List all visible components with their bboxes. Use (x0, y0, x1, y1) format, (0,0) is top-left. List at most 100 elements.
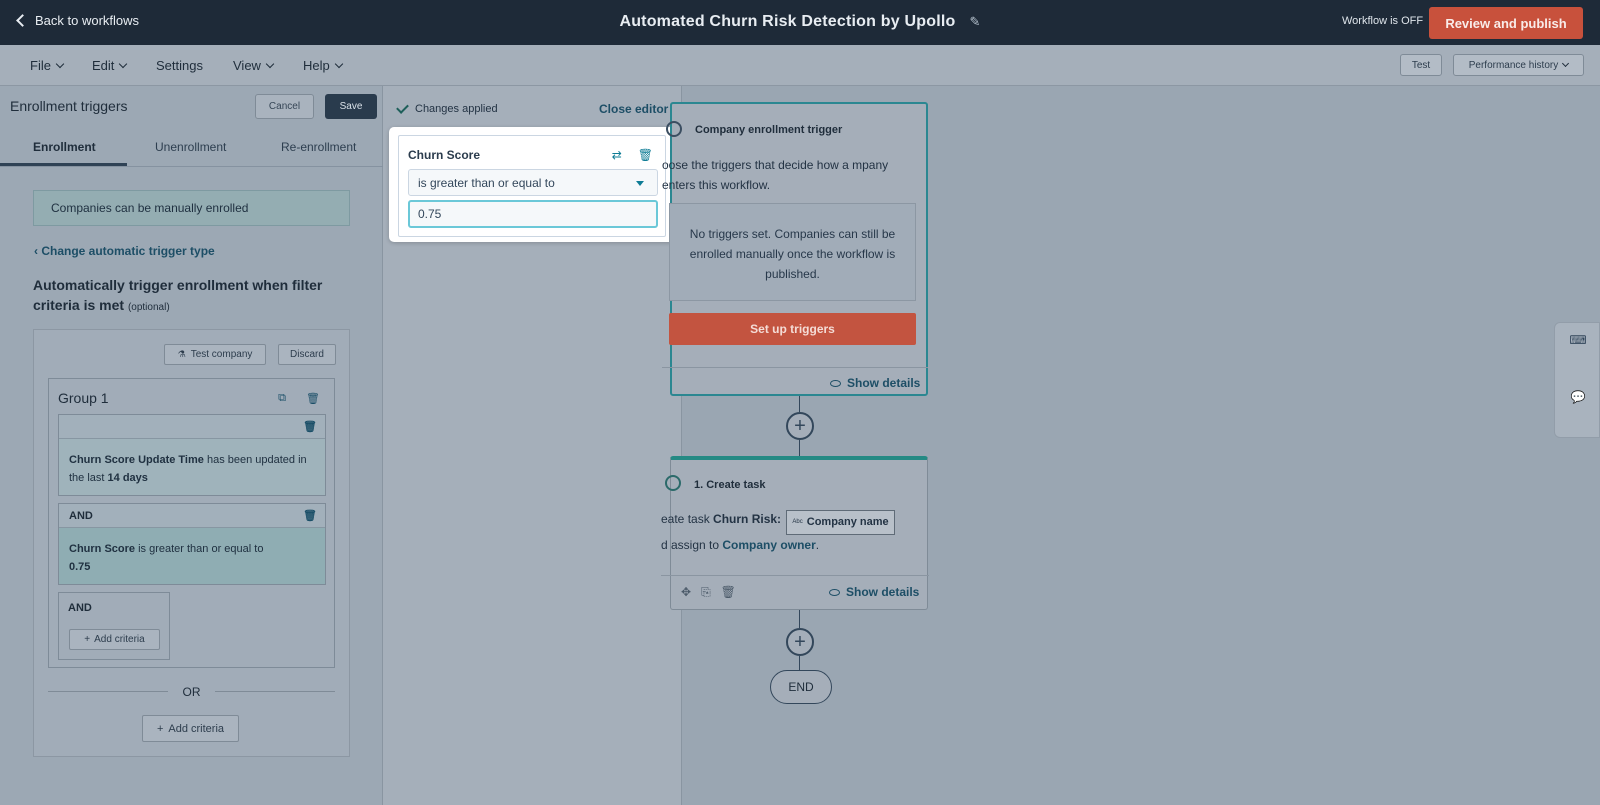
active-tab-indicator (0, 163, 127, 166)
menu-file[interactable]: File (30, 58, 65, 73)
chip-label: Company name (806, 516, 889, 528)
add-criteria-label: Add criteria (168, 722, 225, 735)
filter-editor-card: Churn Score ⇄ 🗑 is greater than or equal… (389, 127, 676, 242)
criterion-header: AND 🗑 (59, 504, 325, 528)
tab-enrollment[interactable]: Enrollment (33, 140, 96, 154)
connector-line (799, 610, 800, 628)
add-criteria-group-button[interactable]: + Add criteria (142, 715, 239, 742)
keyboard-icon[interactable]: ⌨ (1555, 333, 1600, 347)
save-button[interactable]: Save (325, 94, 377, 119)
side-toolbar: ⌨ 💬 (1554, 322, 1600, 438)
menu-edit[interactable]: Edit (92, 58, 128, 73)
task-card-description: eate task Churn Risk: Abc Company name d … (661, 509, 921, 556)
card-divider (661, 575, 929, 576)
value-input[interactable] (408, 200, 658, 228)
menu-view[interactable]: View (233, 58, 275, 73)
add-action-button[interactable]: + (786, 412, 814, 440)
discard-button[interactable]: Discard (278, 344, 336, 365)
tab-re-enrollment[interactable]: Re-enrollment (281, 140, 356, 154)
chat-icon[interactable]: 💬 (1555, 390, 1600, 404)
criterion-property: Churn Score (69, 543, 136, 555)
menu-view-label: View (233, 58, 261, 73)
copy-icon[interactable]: ⎘ (701, 585, 711, 600)
company-icon (666, 121, 682, 137)
change-trigger-type-link[interactable]: ‹ Change automatic trigger type (34, 244, 215, 258)
plus-icon: + (84, 634, 91, 645)
workflow-title-text[interactable]: Automated Churn Risk Detection by Upollo (619, 13, 955, 30)
group-actions: ⧉ 🗑 (278, 392, 320, 405)
property-editor-panel: Changes applied Close editor Churn Score… (383, 86, 682, 805)
filter-criterion[interactable]: AND 🗑 Churn Score is greater than or equa… (58, 503, 326, 585)
and-criteria-box: AND + Add criteria (58, 592, 170, 660)
filter-criterion[interactable]: 🗑 Churn Score Update Time has been updat… (58, 414, 326, 496)
period: . (815, 538, 820, 552)
panel-title: Enrollment triggers (10, 98, 128, 114)
auto-trigger-title: Automatically trigger enrollment when fi… (33, 277, 323, 313)
performance-history-button[interactable]: Performance history (1453, 54, 1584, 76)
connector-line (799, 440, 800, 456)
menu-settings[interactable]: Settings (156, 58, 203, 73)
task-icon (665, 475, 681, 491)
menu-help[interactable]: Help (303, 58, 343, 73)
workflow-canvas[interactable]: Company enrollment trigger oose the trig… (661, 86, 1600, 805)
add-criteria-button[interactable]: + Add criteria (69, 629, 160, 650)
changes-applied-status: Changes applied (396, 101, 498, 115)
enrollment-trigger-card[interactable]: Company enrollment trigger oose the trig… (662, 102, 928, 396)
close-editor-link[interactable]: Close editor (599, 102, 668, 116)
manual-enrollment-notice: Companies can be manually enrolled (33, 190, 350, 226)
trash-icon[interactable]: 🗑 (638, 148, 653, 162)
add-action-button[interactable]: + (786, 628, 814, 656)
menu-help-label: Help (303, 58, 330, 73)
changes-label: Changes applied (415, 103, 498, 115)
pencil-icon[interactable]: ✎ (969, 14, 980, 30)
trash-icon[interactable]: 🗑 (306, 392, 320, 405)
connector-line (799, 656, 800, 670)
enrollment-triggers-panel: Enrollment triggers Cancel Save Enrollme… (0, 86, 383, 805)
connector-line (799, 396, 800, 412)
property-title: Churn Score (408, 148, 481, 162)
eye-icon (830, 379, 841, 387)
criterion-property: Churn Score Update Time (69, 454, 204, 466)
filter-group: Group 1 ⧉ 🗑 🗑 Churn Score Update Time ha… (48, 378, 335, 668)
operator-select[interactable]: is greater than or equal to (408, 169, 658, 196)
test-button[interactable]: Test (1400, 54, 1442, 76)
auto-trigger-heading: Automatically trigger enrollment when fi… (33, 275, 343, 318)
company-owner-link[interactable]: Company owner (722, 538, 815, 552)
show-details-label: Show details (847, 376, 921, 390)
clone-icon[interactable]: ⧉ (278, 392, 286, 405)
company-name-token: Abc Company name (786, 510, 895, 535)
move-icon[interactable]: ✥ (681, 585, 691, 600)
trash-icon[interactable]: 🗑 (303, 509, 317, 522)
test-company-button[interactable]: ⚗ Test company (164, 344, 266, 365)
menu-edit-label: Edit (92, 58, 115, 73)
filter-box: ⚗ Test company Discard Group 1 ⧉ 🗑 🗑 Chur… (33, 329, 350, 757)
tab-unenrollment[interactable]: Unenrollment (155, 140, 226, 154)
trash-icon[interactable]: 🗑 (721, 585, 736, 600)
show-details-link[interactable]: Show details (829, 585, 919, 599)
flask-icon: ⚗ (177, 349, 186, 359)
review-and-publish-button[interactable]: Review and publish (1429, 7, 1583, 39)
cancel-button[interactable]: Cancel (255, 94, 314, 119)
or-divider: OR (48, 685, 335, 699)
criterion-value: 14 days (107, 472, 148, 484)
show-details-link[interactable]: Show details (830, 376, 920, 390)
test-company-label: Test company (190, 349, 253, 360)
group-title: Group 1 (58, 390, 109, 406)
swap-icon[interactable]: ⇄ (612, 148, 622, 162)
trash-icon[interactable]: 🗑 (303, 420, 317, 433)
criterion-value: 0.75 (69, 561, 91, 573)
dropdown-arrow-icon (636, 181, 644, 186)
eye-icon (829, 588, 840, 596)
test-label: Test (1411, 59, 1431, 71)
chevron-down-icon (265, 59, 275, 68)
task-desc-prefix: eate task (661, 512, 710, 526)
performance-label: Performance history (1468, 59, 1559, 71)
set-up-triggers-button[interactable]: Set up triggers (669, 313, 916, 345)
criterion-text: Churn Score is greater than or equal to … (59, 528, 325, 588)
menu-settings-label: Settings (156, 58, 203, 73)
and-label: AND (68, 602, 92, 614)
task-tools: ✥ ⎘ 🗑 (681, 585, 736, 600)
chevron-down-icon (1562, 59, 1570, 67)
add-criteria-label: Add criteria (94, 634, 145, 645)
create-task-card[interactable]: 1. Create task eate task Churn Risk: Abc… (661, 456, 929, 610)
